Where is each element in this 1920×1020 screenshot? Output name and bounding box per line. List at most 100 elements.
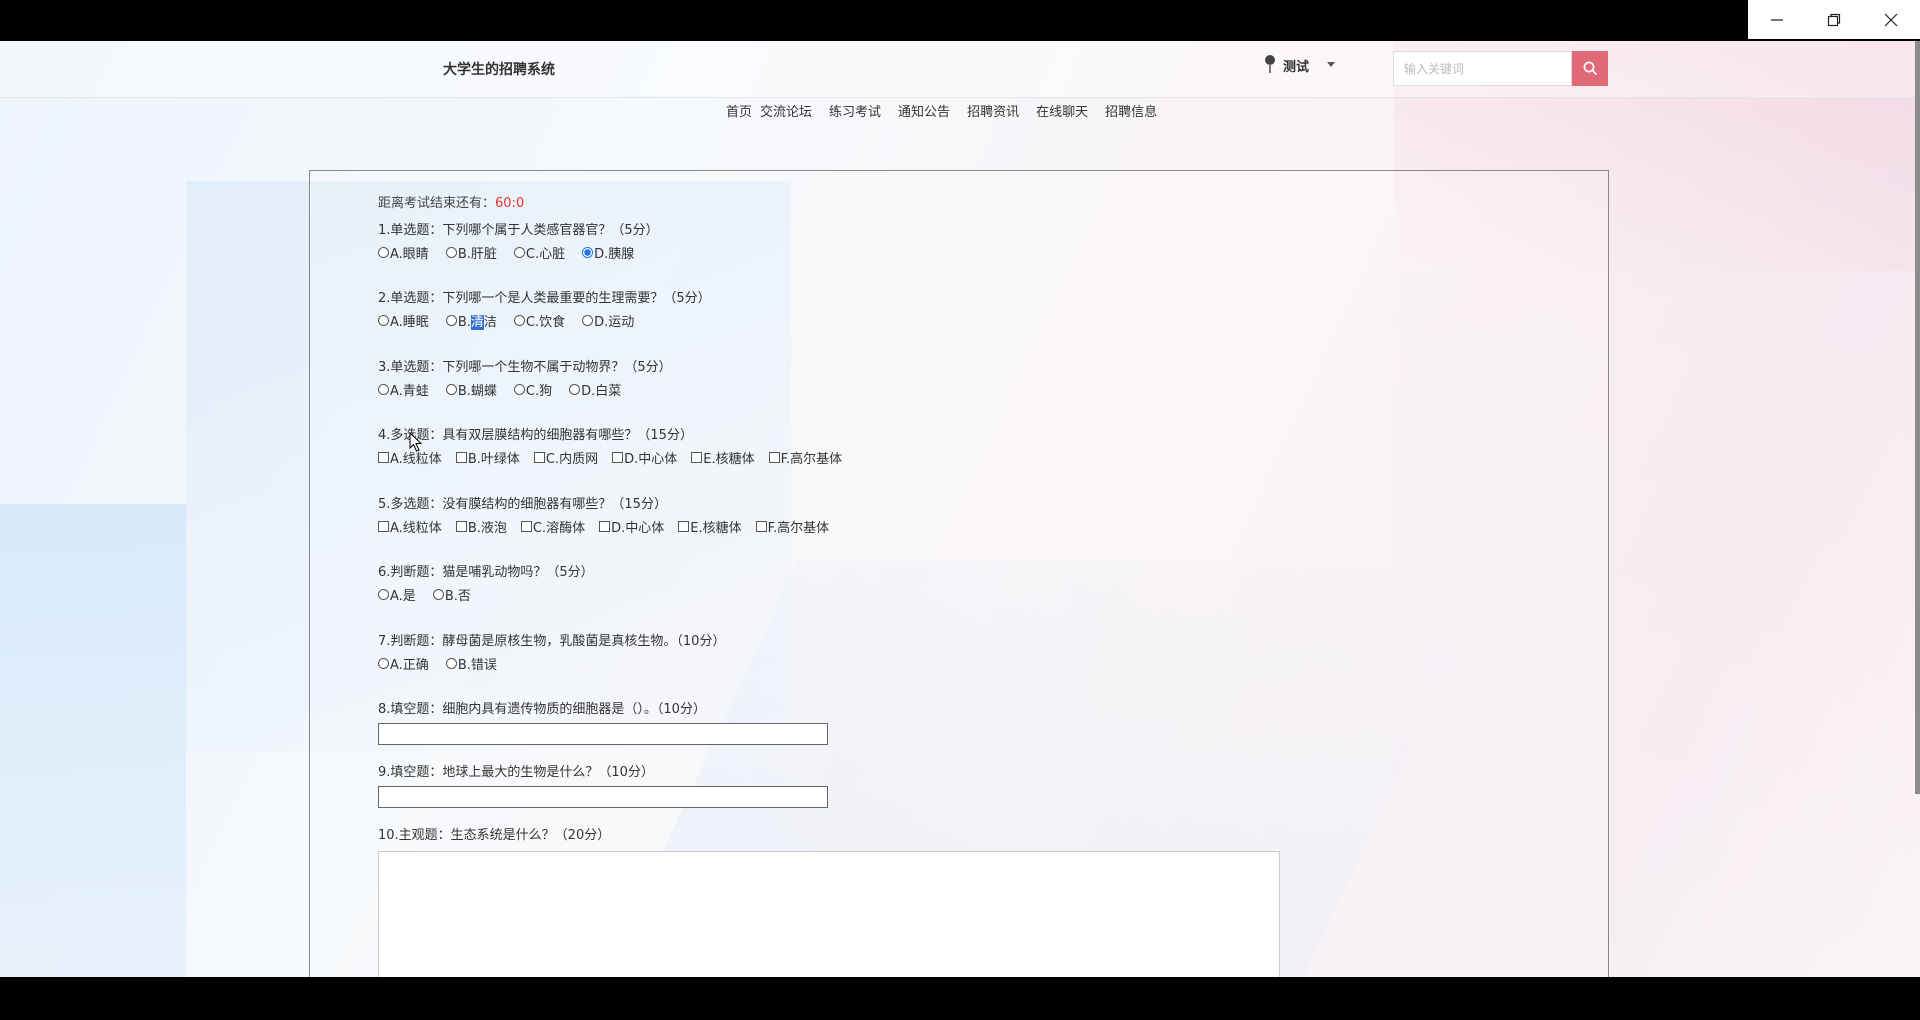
option-c[interactable]: C.溶酶体 [520, 517, 586, 536]
fill-blank-input[interactable] [378, 786, 828, 808]
option-group: A.正确 B.错误 [378, 653, 725, 673]
option-label: A.青蛙 [390, 383, 429, 399]
option-b[interactable]: B.叶绿体 [455, 448, 520, 467]
checkbox[interactable] [691, 451, 703, 463]
question-text: 2.单选题：下列哪一个是人类最重要的生理需要？（5分） [378, 291, 711, 306]
option-b[interactable]: B.清洁 [445, 311, 497, 330]
search-button[interactable] [1572, 51, 1608, 86]
option-a[interactable]: A.青蛙 [378, 380, 429, 399]
option-label: B.否 [444, 588, 471, 604]
question-text: 5.多选题：没有膜结构的细胞器有哪些？（15分） [378, 497, 667, 512]
option-c[interactable]: C.饮食 [513, 311, 566, 330]
radio-button[interactable] [513, 246, 525, 258]
radio-button[interactable] [445, 246, 457, 258]
checkbox[interactable] [612, 451, 624, 463]
radio-button[interactable] [378, 314, 389, 326]
essay-answer-textarea[interactable] [378, 851, 1280, 977]
question-text: 3.单选题：下列哪一个生物不属于动物界？（5分） [378, 360, 672, 375]
radio-button-selected[interactable] [582, 246, 594, 258]
radio-button[interactable] [445, 314, 457, 326]
checkbox[interactable] [533, 451, 545, 463]
radio-button[interactable] [445, 383, 457, 395]
option-a[interactable]: A.正确 [378, 654, 429, 673]
page: 大学生的招聘系统 测试 首页 交流论坛 练习考试 通知公告 招聘资讯 在线聊天 … [0, 41, 1920, 977]
option-group: A.线粒体 B.叶绿体 C.内质网 D.中心体 E.核糖体 F.高尔基体 [378, 447, 856, 467]
question-4: 4.多选题：具有双层膜结构的细胞器有哪些？（15分） A.线粒体 B.叶绿体 C… [378, 426, 856, 467]
radio-button[interactable] [378, 383, 389, 395]
checkbox[interactable] [378, 451, 389, 463]
question-2: 2.单选题：下列哪一个是人类最重要的生理需要？（5分） A.睡眠 B.清洁 C.… [378, 289, 711, 330]
minimize-button[interactable] [1748, 0, 1805, 39]
question-6: 6.判断题：猫是哺乳动物吗？（5分） A.是 B.否 [378, 563, 594, 604]
option-c[interactable]: C.狗 [513, 380, 552, 399]
radio-button[interactable] [569, 383, 581, 395]
radio-button[interactable] [513, 314, 525, 326]
checkbox[interactable] [755, 520, 767, 532]
option-c[interactable]: C.心脏 [513, 243, 566, 262]
option-a[interactable]: A.线粒体 [378, 448, 442, 467]
option-e[interactable]: E.核糖体 [678, 517, 742, 536]
restore-button[interactable] [1805, 0, 1862, 39]
radio-button[interactable] [378, 657, 389, 669]
radio-button[interactable] [378, 588, 389, 600]
checkbox[interactable] [378, 520, 389, 532]
option-a[interactable]: A.线粒体 [378, 517, 442, 536]
fill-blank-input[interactable] [378, 723, 828, 745]
option-b[interactable]: B.否 [432, 585, 471, 604]
option-label: D.胰腺 [594, 246, 635, 262]
nav-item-recruit-news[interactable]: 招聘资讯 [967, 101, 1019, 121]
radio-button[interactable] [445, 657, 457, 669]
option-label: D.中心体 [611, 520, 665, 536]
nav-item-home[interactable]: 首页 [726, 101, 752, 121]
option-d[interactable]: D.胰腺 [582, 243, 634, 262]
option-a[interactable]: A.是 [378, 585, 416, 604]
user-menu[interactable]: 测试 [1261, 53, 1337, 77]
option-d[interactable]: D.中心体 [612, 448, 677, 467]
nav-item-notices[interactable]: 通知公告 [898, 101, 950, 121]
option-label: A.线粒体 [390, 451, 442, 467]
question-text: 1.单选题：下列哪个属于人类感官器官？（5分） [378, 223, 659, 238]
nav-item-online-chat[interactable]: 在线聊天 [1036, 101, 1088, 121]
option-d[interactable]: D.运动 [582, 311, 634, 330]
option-b[interactable]: B.错误 [445, 654, 497, 673]
option-a[interactable]: A.睡眠 [378, 311, 429, 330]
caret-down-icon [1327, 60, 1337, 70]
option-label: B.叶绿体 [467, 451, 520, 467]
radio-button[interactable] [432, 588, 444, 600]
option-f[interactable]: F.高尔基体 [755, 517, 829, 536]
nav-item-practice-exam[interactable]: 练习考试 [829, 101, 881, 121]
checkbox[interactable] [520, 520, 532, 532]
window-titlebar [0, 0, 1920, 41]
checkbox[interactable] [678, 520, 690, 532]
option-b[interactable]: B.液泡 [455, 517, 507, 536]
checkbox[interactable] [768, 451, 780, 463]
option-label: C.溶酶体 [532, 520, 586, 536]
background-shape [0, 504, 186, 977]
checkbox[interactable] [599, 520, 611, 532]
user-avatar-icon [1261, 54, 1279, 76]
radio-button[interactable] [582, 314, 594, 326]
checkbox[interactable] [455, 451, 467, 463]
option-group: A.青蛙 B.蝴蝶 C.狗 D.白菜 [378, 379, 672, 399]
option-b[interactable]: B.蝴蝶 [445, 380, 497, 399]
search-input[interactable] [1393, 51, 1572, 86]
option-f[interactable]: F.高尔基体 [768, 448, 842, 467]
checkbox[interactable] [455, 520, 467, 532]
option-a[interactable]: A.眼睛 [378, 243, 429, 262]
option-d[interactable]: D.白菜 [569, 380, 621, 399]
radio-button[interactable] [513, 383, 525, 395]
option-label: E.核糖体 [690, 520, 742, 536]
option-c[interactable]: C.内质网 [533, 448, 598, 467]
option-label: C.饮食 [525, 314, 566, 330]
option-b[interactable]: B.肝脏 [445, 243, 497, 262]
option-d[interactable]: D.中心体 [599, 517, 664, 536]
radio-button[interactable] [378, 246, 389, 258]
nav-item-job-info[interactable]: 招聘信息 [1105, 101, 1157, 121]
vertical-scrollbar[interactable] [1915, 41, 1920, 794]
close-button[interactable] [1863, 0, 1920, 39]
bottom-bar [0, 977, 1920, 1020]
option-group: A.睡眠 B.清洁 C.饮食 D.运动 [378, 310, 711, 330]
option-label: C.心脏 [525, 246, 566, 262]
nav-item-forum[interactable]: 交流论坛 [760, 101, 812, 121]
option-e[interactable]: E.核糖体 [691, 448, 755, 467]
